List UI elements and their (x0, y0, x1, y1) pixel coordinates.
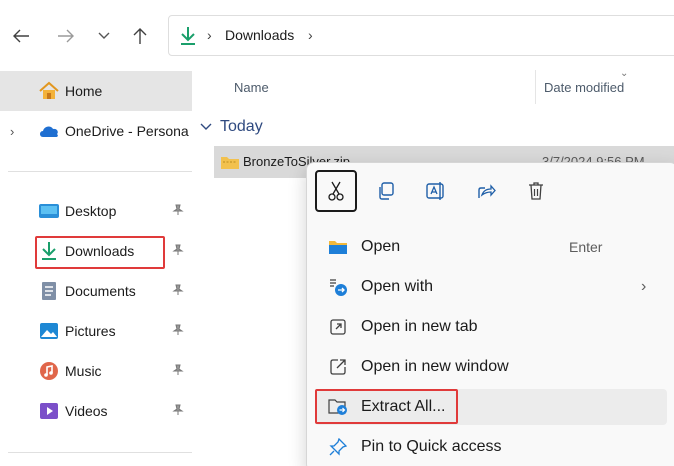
forward-button[interactable] (54, 24, 78, 48)
chevron-right-icon[interactable]: › (10, 124, 14, 139)
share-button[interactable] (465, 170, 507, 212)
menu-item-label: Extract All... (361, 398, 446, 415)
navigation-bar: › Downloads › (0, 0, 674, 70)
download-icon (38, 240, 60, 262)
menu-item-extract-all[interactable]: Extract All... (315, 389, 667, 425)
music-icon (38, 360, 60, 382)
column-header-name[interactable]: Name (234, 80, 269, 95)
pin-icon[interactable] (172, 324, 184, 339)
menu-item-open-in-new-window[interactable]: Open in new window (315, 349, 667, 385)
desktop-icon (38, 200, 60, 222)
pin-icon[interactable] (172, 244, 184, 259)
pin-icon[interactable] (172, 284, 184, 299)
sidebar-divider (8, 171, 192, 172)
sidebar-item-label: Home (65, 83, 103, 99)
new-window-icon (326, 355, 350, 379)
chevron-down-icon (98, 32, 110, 39)
context-menu: Open Enter Open with › Open in new tab O… (306, 162, 674, 466)
recent-locations-button[interactable] (92, 24, 116, 48)
menu-item-open[interactable]: Open Enter (315, 229, 667, 265)
share-icon (478, 184, 496, 198)
sidebar-item-desktop[interactable]: Desktop (0, 191, 192, 231)
column-header-row: Name ⌄ Date modified (192, 68, 674, 106)
extract-all-icon (326, 395, 350, 419)
menu-item-label: Open with (361, 278, 434, 295)
onedrive-icon (38, 120, 60, 142)
menu-item-open-in-new-tab[interactable]: Open in new tab (315, 309, 667, 345)
copy-button[interactable] (365, 170, 407, 212)
sidebar-item-pictures[interactable]: Pictures (0, 311, 192, 351)
pin-icon (326, 435, 350, 459)
videos-icon (38, 400, 60, 422)
menu-item-label: Open (361, 238, 401, 255)
pin-icon[interactable] (172, 204, 184, 219)
pictures-icon (38, 320, 60, 342)
breadcrumb-downloads[interactable]: Downloads (225, 27, 294, 43)
delete-icon (529, 182, 543, 200)
breadcrumb-separator[interactable]: › (308, 27, 313, 43)
up-button[interactable] (128, 24, 152, 48)
group-header-today[interactable]: Today (200, 115, 263, 139)
sidebar-item-home[interactable]: Home (0, 71, 192, 111)
sidebar-item-documents[interactable]: Documents (0, 271, 192, 311)
sidebar-item-onedrive[interactable]: › OneDrive - Persona (0, 111, 192, 151)
new-tab-icon (326, 315, 350, 339)
pin-icon[interactable] (172, 364, 184, 379)
documents-icon (38, 280, 60, 302)
navigation-pane: Home › OneDrive - Persona Desktop Downlo… (0, 70, 192, 466)
chevron-right-icon: › (641, 278, 647, 295)
cut-icon (328, 181, 344, 201)
group-label: Today (220, 118, 263, 135)
menu-item-open-with[interactable]: Open with › (315, 269, 667, 305)
pin-icon[interactable] (172, 404, 184, 419)
rename-icon (426, 182, 444, 200)
folder-open-icon (326, 235, 350, 259)
menu-item-pin-to-quick-access[interactable]: Pin to Quick access (315, 429, 667, 465)
sort-indicator-icon: ⌄ (620, 68, 629, 79)
rename-button[interactable] (415, 170, 457, 212)
zip-folder-icon (220, 154, 240, 173)
delete-button[interactable] (515, 170, 557, 212)
chevron-down-icon (200, 120, 212, 134)
menu-item-shortcut: Enter (569, 239, 603, 255)
menu-item-label: Open in new window (361, 358, 509, 375)
sidebar-item-label: Documents (65, 283, 136, 299)
menu-item-label: Open in new tab (361, 318, 478, 335)
breadcrumb-separator: › (207, 27, 212, 43)
sidebar-item-label: Videos (65, 403, 108, 419)
up-arrow-icon (133, 28, 147, 44)
sidebar-item-label: Music (65, 363, 102, 379)
sidebar-divider (8, 452, 192, 453)
sidebar-item-label: Downloads (65, 243, 135, 259)
sidebar-item-label: Desktop (65, 203, 117, 219)
home-icon (38, 80, 60, 102)
column-header-date-modified[interactable]: Date modified (544, 80, 624, 95)
sidebar-item-videos[interactable]: Videos (0, 391, 192, 431)
sidebar-item-music[interactable]: Music (0, 351, 192, 391)
cut-button[interactable] (315, 170, 357, 212)
back-button[interactable] (9, 24, 33, 48)
menu-item-label: Pin to Quick access (361, 438, 502, 455)
back-arrow-icon (13, 29, 29, 43)
forward-arrow-icon (58, 29, 74, 43)
sidebar-item-label: Pictures (65, 323, 116, 339)
column-divider[interactable] (535, 70, 536, 104)
address-bar[interactable]: › Downloads › (168, 15, 674, 56)
sidebar-item-label: OneDrive - Persona (65, 123, 189, 139)
copy-icon (379, 182, 394, 200)
open-with-icon (326, 275, 350, 299)
download-icon (179, 26, 197, 49)
sidebar-item-downloads[interactable]: Downloads (0, 231, 192, 271)
